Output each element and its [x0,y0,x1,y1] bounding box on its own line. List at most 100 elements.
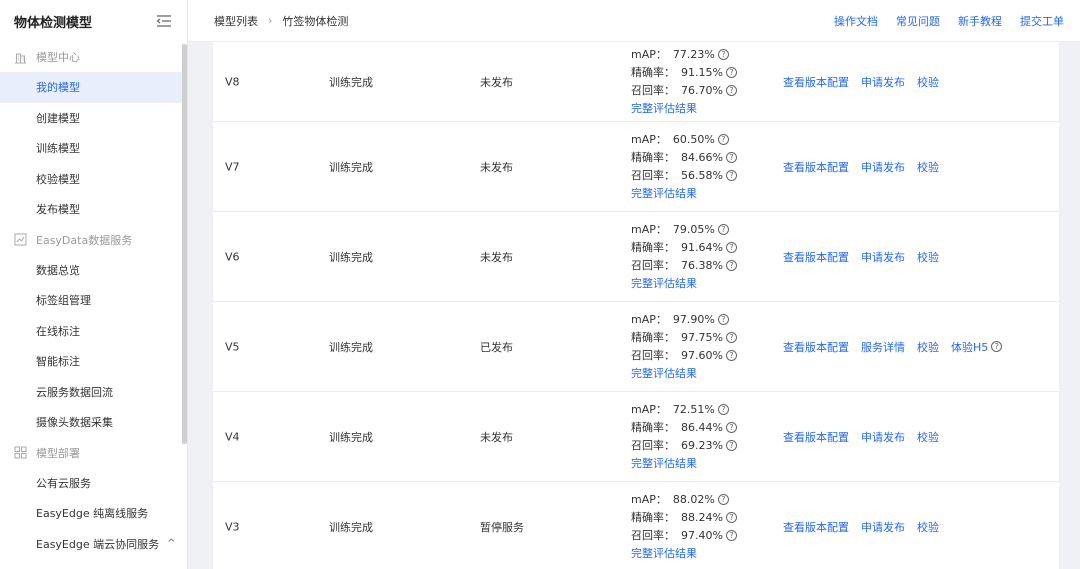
action-link[interactable]: 查看版本配置 [783,339,849,355]
metrics-cell: mAP： 88.02%? 精确率： 88.24%? 召回率： 97.40%? 完整评估结果 [631,491,737,563]
full-eval-link[interactable]: 完整评估结果 [631,100,737,118]
sidebar-item[interactable]: 训练模型 [0,133,187,164]
sidebar-item[interactable]: 我的模型 [0,72,187,103]
sidebar-item[interactable]: 公有云服务 [0,468,187,499]
sidebar-item[interactable]: 校验模型 [0,164,187,195]
help-icon[interactable]: ? [717,494,729,505]
action-link[interactable]: 申请发布 [861,429,905,445]
sidebar-item[interactable]: 数据总览 [0,255,187,286]
sidebar-item[interactable]: EasyEdge 端云协同服务 ^ [0,529,187,560]
help-icon[interactable]: ? [717,404,729,415]
sidebar-item[interactable]: EasyEdge 纯离线服务 [0,498,187,529]
version-cell: V6 [225,250,240,263]
train-status-cell: 训练完成 [329,520,373,534]
action-link[interactable]: 校验 [917,74,939,90]
full-eval-link[interactable]: 完整评估结果 [631,545,737,563]
metrics-cell: mAP： 97.90%? 精确率： 97.75%? 召回率： 97.60%? 完整评估结果 [631,311,737,383]
help-icon[interactable]: ? [725,350,737,361]
version-cell: V5 [225,340,240,353]
action-link[interactable]: 校验 [917,519,939,535]
sidebar-item[interactable]: 摄像头数据采集 [0,407,187,438]
version-cell: V7 [225,160,240,173]
action-link[interactable]: 校验 [917,429,939,445]
action-link[interactable]: 查看版本配置 [783,519,849,535]
help-icon[interactable]: ? [725,67,737,78]
full-eval-link[interactable]: 完整评估结果 [631,275,737,293]
map-metric: mAP： 72.51%? [631,401,737,419]
full-eval-link[interactable]: 完整评估结果 [631,455,737,473]
precision-metric: 精确率： 88.24%? [631,509,737,527]
app-root: 物体检测模型 模型中心 我的模型 创建模型 训练模型 校验模型 发布模型 EasyData数… [0,0,1080,569]
sidebar-header: 物体检测模型 [0,0,187,42]
help-icon[interactable]: ? [725,530,737,541]
precision-metric-value: 86.44% [681,420,723,434]
action-link[interactable]: 查看版本配置 [783,429,849,445]
sidebar-item-label: 创建模型 [36,111,80,125]
help-icon[interactable]: ? [725,512,737,523]
tutorial-link[interactable]: 新手教程 [958,13,1002,29]
action-link[interactable]: 校验 [917,339,939,355]
sidebar-item[interactable]: 在线标注 [0,316,187,347]
sidebar-item-label: EasyEdge 端云协同服务 [36,537,160,551]
precision-metric-label: 精确率： [631,65,675,79]
action-link[interactable]: 查看版本配置 [783,74,849,90]
map-metric: mAP： 77.23%? [631,46,737,64]
row-actions: 查看版本配置 申请发布 校验 [783,249,939,265]
full-eval-link[interactable]: 完整评估结果 [631,185,737,203]
top-header: 模型列表 › 竹签物体检测 操作文档 常见问题 新手教程 提交工单 [188,0,1080,42]
action-link[interactable]: 查看版本配置 [783,159,849,175]
data-chart-icon [14,233,27,246]
action-link[interactable]: 校验 [917,249,939,265]
sidebar-item[interactable]: 发布模型 [0,194,187,225]
help-icon[interactable]: ? [717,224,729,235]
submit-ticket-link[interactable]: 提交工单 [1020,13,1064,29]
sidebar-item-label: EasyEdge 纯离线服务 [36,507,149,521]
help-icon[interactable]: ? [717,49,729,60]
recall-metric-label: 召回率： [631,438,675,452]
help-icon[interactable]: ? [725,332,737,343]
help-icon[interactable]: ? [725,440,737,451]
help-icon[interactable]: ? [725,170,737,181]
help-icon[interactable]: ? [725,85,737,96]
help-icon[interactable]: ? [717,134,729,145]
breadcrumb-model-list[interactable]: 模型列表 [214,13,258,29]
sidebar-item[interactable]: 标签组管理 [0,285,187,316]
sidebar-scrollbar[interactable] [182,44,187,444]
version-list: V8 训练完成 未发布 mAP： 77.23%? 精确率： 91.15%? 召回率： 76.70… [212,42,1060,569]
building-icon [14,51,27,64]
precision-metric: 精确率： 91.15%? [631,64,737,82]
help-icon[interactable]: ? [725,260,737,271]
collapse-menu-icon[interactable] [155,14,173,28]
help-icon[interactable]: ? [725,152,737,163]
map-metric-label: mAP： [631,492,667,506]
help-icon[interactable]: ? [725,242,737,253]
sidebar-item[interactable]: 智能标注 [0,346,187,377]
action-link[interactable]: 申请发布 [861,159,905,175]
action-link[interactable]: 查看版本配置 [783,249,849,265]
action-link[interactable]: 服务详情 [861,339,905,355]
sidebar-item-label: 校验模型 [36,172,80,186]
map-metric-value: 77.23% [672,47,715,61]
help-icon[interactable]: ? [717,314,729,325]
recall-metric-value: 56.58% [681,168,723,182]
help-icon[interactable]: ? [991,341,1003,352]
faq-link[interactable]: 常见问题 [896,13,940,29]
help-icon[interactable]: ? [725,422,737,433]
action-link[interactable]: 申请发布 [861,519,905,535]
precision-metric: 精确率： 84.66%? [631,149,737,167]
docs-link[interactable]: 操作文档 [834,13,878,29]
full-eval-link[interactable]: 完整评估结果 [631,365,737,383]
action-link[interactable]: 申请发布 [861,74,905,90]
sidebar-item[interactable]: 云服务数据回流 [0,377,187,408]
map-metric: mAP： 88.02%? [631,491,737,509]
recall-metric-label: 召回率： [631,528,675,542]
train-status-cell: 训练完成 [329,160,373,174]
action-link[interactable]: 申请发布 [861,249,905,265]
action-link[interactable]: 体验H5 [951,339,988,355]
map-metric-label: mAP： [631,47,667,61]
sidebar-item[interactable]: 创建模型 [0,103,187,134]
row-actions: 查看版本配置 服务详情 校验 体验H5? [783,339,1003,355]
action-link[interactable]: 校验 [917,159,939,175]
publish-status-cell: 未发布 [480,250,513,264]
chevron-up-icon[interactable]: ^ [167,538,175,549]
